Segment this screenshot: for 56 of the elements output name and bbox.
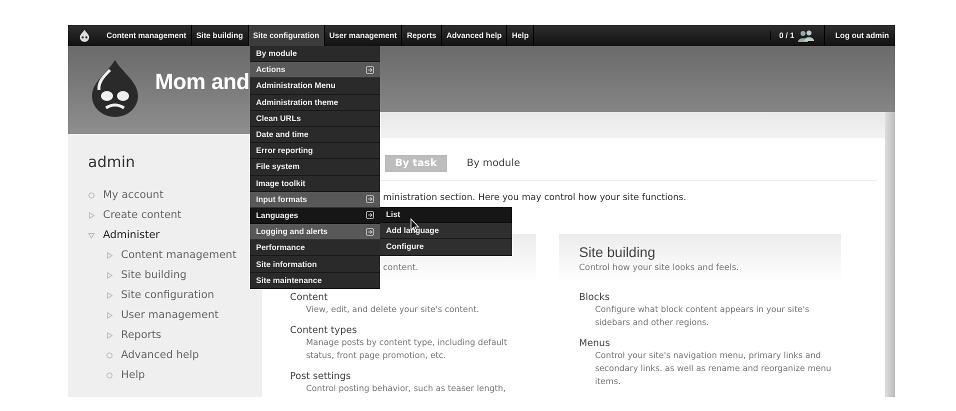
- submenu-arrow-icon: [366, 211, 374, 220]
- dropdown-menu-item[interactable]: Input formats: [250, 192, 380, 208]
- panel-title: Site building: [579, 244, 656, 260]
- entry-description: View, edit, and delete your site's content.: [306, 303, 480, 316]
- intro-text: ministration section. Here you may control how your site functions.: [383, 193, 688, 203]
- sidebar-link[interactable]: Advanced help: [121, 349, 199, 361]
- triangle-right-icon: [106, 292, 113, 298]
- sidebar-link[interactable]: Create content: [103, 209, 182, 221]
- entry-description: Control posting behavior, such as teaser length,: [306, 382, 507, 395]
- sidebar-link[interactable]: Site building: [121, 269, 187, 281]
- submenu-item[interactable]: List: [380, 207, 512, 224]
- entry-description: Manage posts by content type, including default status, front page promotion, etc.: [306, 336, 508, 362]
- sidebar-link[interactable]: Administer: [103, 229, 160, 241]
- triangle-right-icon: [106, 312, 113, 318]
- dropdown-menu-item[interactable]: Site information: [250, 256, 380, 273]
- submenu-arrow-icon: [366, 228, 374, 236]
- triangle-right-icon: [88, 212, 95, 218]
- users-icon: [798, 30, 814, 42]
- sidebar-link[interactable]: Content management: [121, 249, 236, 261]
- dropdown-menu-item[interactable]: Administration theme: [250, 94, 380, 111]
- panel-description: Control how your site looks and feels.: [579, 263, 740, 273]
- sidebar-link[interactable]: My account: [103, 189, 164, 201]
- sidebar-link[interactable]: User management: [121, 309, 219, 321]
- triangle-right-icon: [106, 332, 113, 338]
- drop-logo-icon[interactable]: [78, 29, 91, 42]
- triangle-right-icon: [106, 252, 113, 258]
- dropdown-menu-item[interactable]: Error reporting: [250, 143, 380, 160]
- entry-description: Configure what block content appears in your site's sidebars and other regions.: [595, 303, 810, 329]
- entry-link[interactable]: Content: [290, 292, 536, 303]
- entry-link[interactable]: Content types: [290, 325, 536, 336]
- submenu-item[interactable]: Configure: [380, 239, 512, 256]
- dropdown-menu-item[interactable]: Languages: [250, 208, 380, 224]
- sidebar-link[interactable]: Reports: [121, 329, 162, 341]
- triangle-down-icon: [88, 232, 95, 238]
- dropdown-menu-item[interactable]: Date and time: [250, 126, 380, 144]
- submenu-arrow-icon: [366, 66, 374, 74]
- site-name[interactable]: Mom and: [155, 69, 250, 95]
- dropdown-menu-item[interactable]: Administration Menu: [250, 78, 380, 95]
- circle-bullet-icon: [88, 192, 95, 198]
- tab[interactable]: By module: [456, 154, 530, 172]
- dropdown-menu-item[interactable]: Actions: [250, 62, 380, 78]
- entry-link[interactable]: Menus: [579, 338, 841, 349]
- entry-link[interactable]: Blocks: [579, 292, 841, 303]
- dropdown-menu-item[interactable]: Clean URLs: [250, 110, 380, 127]
- entry-description: Control your site's navigation menu, primary links and secondary links. as well as rename and reorganize menu items.: [595, 349, 832, 388]
- sidebar-link[interactable]: Help: [121, 369, 145, 381]
- circle-bullet-icon: [106, 352, 113, 358]
- circle-bullet-icon: [106, 372, 113, 378]
- submenu-arrow-icon: [366, 195, 374, 204]
- drop-logo[interactable]: [90, 58, 140, 118]
- entry-link[interactable]: Post settings: [290, 371, 536, 382]
- dropdown-menu-item[interactable]: Site maintenance: [250, 272, 380, 289]
- dropdown-menu-item[interactable]: File system: [250, 159, 380, 176]
- sidebar-link[interactable]: Site configuration: [121, 289, 214, 301]
- triangle-right-icon: [106, 272, 113, 278]
- dropdown-menu-item[interactable]: Logging and alerts: [250, 224, 380, 240]
